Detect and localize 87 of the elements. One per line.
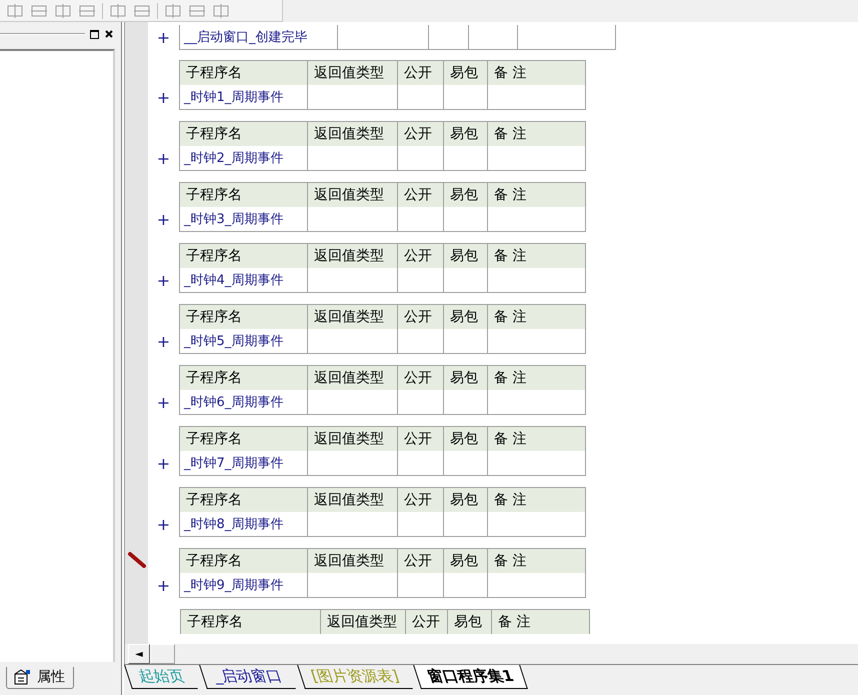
align-icon[interactable] [188,2,206,18]
column-header: 易包 [444,305,488,329]
table-cell: _时钟8_周期事件 [180,512,308,536]
expand-toggle[interactable]: + [148,390,179,415]
table-cell: __启动窗口_创建完毕 [180,25,338,49]
table-cell: _时钟7_周期事件 [180,451,308,475]
document-tab[interactable]: 窗口程序集1 [413,665,529,689]
column-header: 返回值类型 [308,488,398,512]
expand-toggle[interactable]: + [148,85,179,110]
table-cell: _时钟4_周期事件 [180,268,308,292]
column-header: 子程序名 [180,366,308,390]
column-header: 备 注 [488,122,586,146]
align-icon[interactable] [30,2,48,18]
properties-icon [13,669,31,685]
column-header: 易包 [444,549,488,573]
align-icon[interactable] [78,2,96,18]
table-cell: _时钟6_周期事件 [180,390,308,414]
column-header: 公开 [398,366,444,390]
column-header: 易包 [448,610,492,634]
column-header: 备 注 [488,488,586,512]
column-header: 公开 [398,488,444,512]
column-header: 返回值类型 [308,122,398,146]
expand-toggle[interactable]: + [148,329,179,354]
column-header: 易包 [444,366,488,390]
close-icon[interactable] [103,28,115,40]
column-header: 公开 [398,183,444,207]
expand-toggle[interactable]: + [148,512,179,537]
column-header: 返回值类型 [321,610,406,634]
column-header: 子程序名 [180,488,308,512]
expand-toggle[interactable]: + [148,573,179,598]
column-header: 子程序名 [180,244,308,268]
column-header: 子程序名 [181,610,321,634]
align-icon[interactable] [109,2,127,18]
column-header: 公开 [398,427,444,451]
maximize-icon[interactable] [88,28,100,40]
expand-toggle[interactable]: + [148,268,179,293]
expand-toggle[interactable]: + [148,207,179,232]
column-header: 备 注 [488,427,586,451]
pencil-icon [126,550,146,570]
document-tab[interactable]: _启动窗口 [199,665,296,689]
column-header: 返回值类型 [308,549,398,573]
column-header: 公开 [398,305,444,329]
column-header: 公开 [398,61,444,85]
align-icon[interactable] [212,2,230,18]
column-header: 备 注 [488,549,586,573]
column-header: 公开 [406,610,448,634]
table-cell: _时钟5_周期事件 [180,329,308,353]
column-header: 备 注 [488,305,586,329]
align-icon[interactable] [54,2,72,18]
table-cell: _时钟9_周期事件 [180,573,308,597]
column-header: 返回值类型 [308,427,398,451]
column-header: 备 注 [488,244,586,268]
column-header: 易包 [444,488,488,512]
expand-toggle[interactable]: + [148,146,179,171]
table-cell: _时钟3_周期事件 [180,207,308,231]
align-icon[interactable] [133,2,151,18]
column-header: 返回值类型 [308,244,398,268]
column-header: 返回值类型 [308,183,398,207]
column-header: 子程序名 [180,61,308,85]
column-header: 易包 [444,61,488,85]
align-icon[interactable] [6,2,24,18]
properties-tab[interactable]: 属性 [6,667,74,689]
align-icon[interactable] [164,2,182,18]
column-header: 易包 [444,244,488,268]
column-header: 子程序名 [180,122,308,146]
column-header: 子程序名 [180,305,308,329]
expand-toggle[interactable]: + [148,25,179,50]
column-header: 返回值类型 [308,61,398,85]
column-header: 易包 [444,427,488,451]
column-header: 备 注 [488,183,586,207]
column-header: 备 注 [492,610,590,634]
column-header: 公开 [398,122,444,146]
column-header: 备 注 [488,61,586,85]
column-header: 子程序名 [180,549,308,573]
expand-toggle[interactable]: + [148,451,179,476]
column-header: 子程序名 [180,183,308,207]
column-header: 子程序名 [180,427,308,451]
column-header: 备 注 [488,366,586,390]
column-header: 返回值类型 [308,305,398,329]
column-header: 易包 [444,183,488,207]
column-header: 公开 [398,244,444,268]
column-header: 易包 [444,122,488,146]
table-cell: _时钟1_周期事件 [180,85,308,109]
table-cell: _时钟2_周期事件 [180,146,308,170]
column-header: 公开 [398,549,444,573]
scroll-left-button[interactable]: ◄ [128,644,150,664]
column-header: 返回值类型 [308,366,398,390]
